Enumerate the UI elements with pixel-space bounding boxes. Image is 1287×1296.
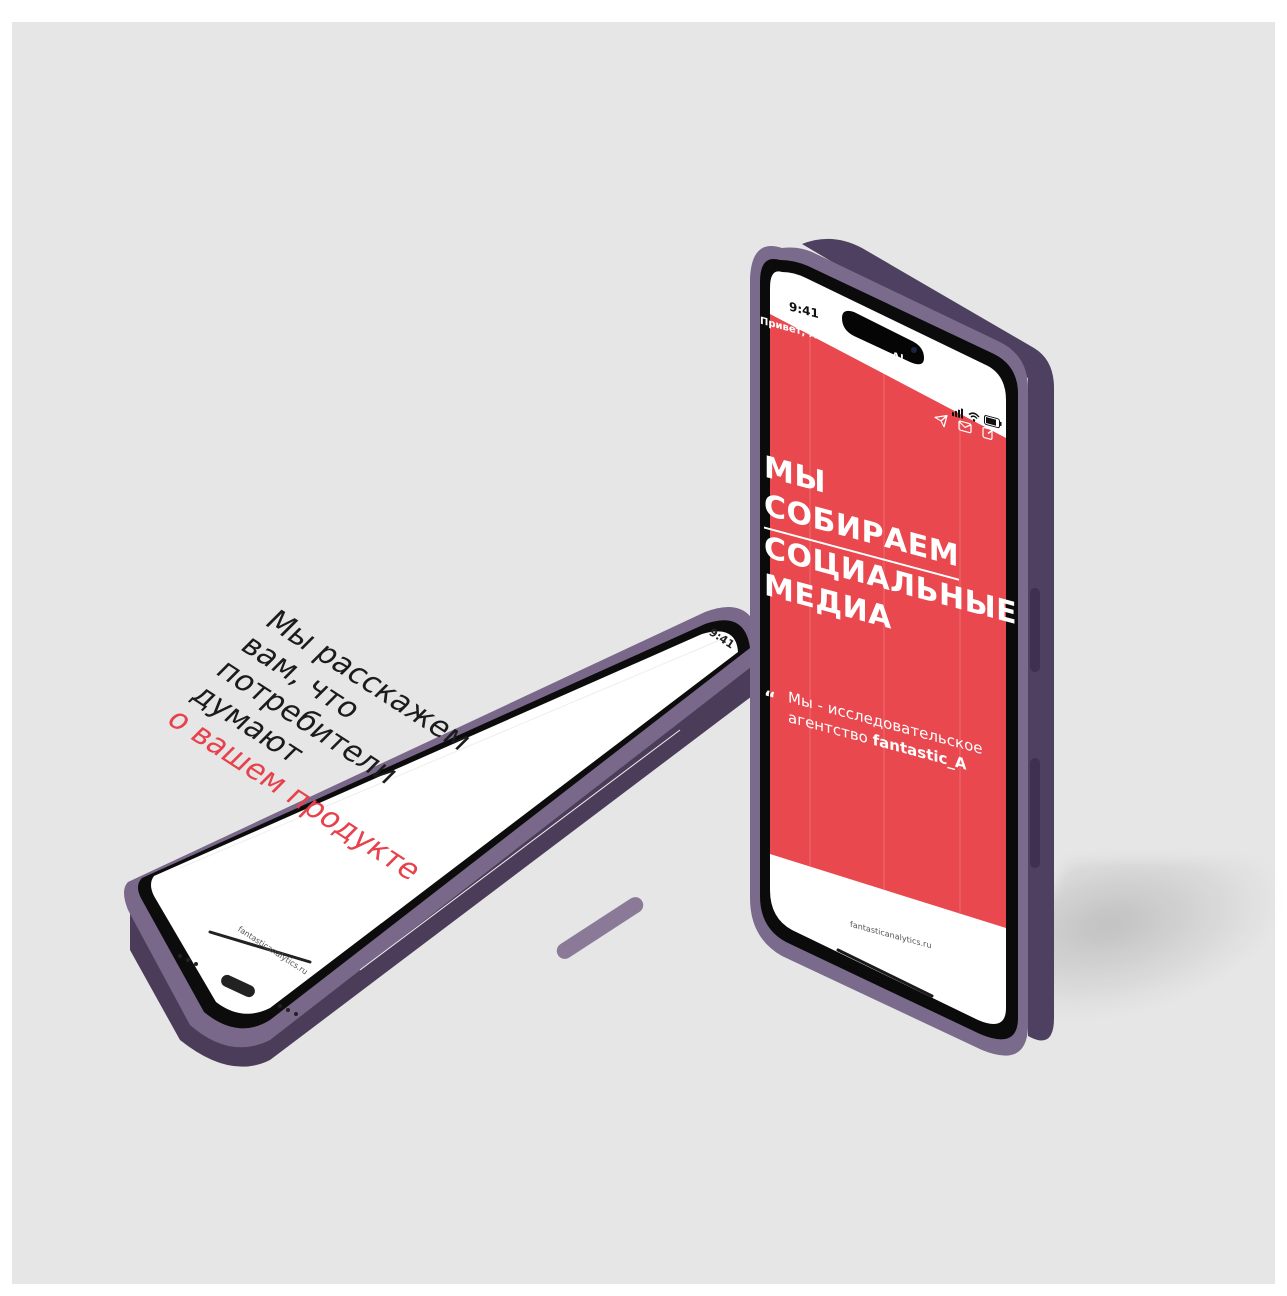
mail-icon[interactable] xyxy=(958,417,972,435)
quote-mark: “ xyxy=(764,686,776,711)
edit-icon[interactable] xyxy=(982,423,996,441)
headline: МЫ СОБИРАЕМ СОЦИАЛЬНЫЕ МЕДИА xyxy=(764,449,1017,667)
standing-phone-screen: 9:41 Привет, мы - fantastic_A! МЫ СОБИРА… xyxy=(760,299,1017,950)
telegram-icon[interactable] xyxy=(934,410,948,428)
agency-quote: Мы - исследовательское агентство fantast… xyxy=(788,687,998,783)
